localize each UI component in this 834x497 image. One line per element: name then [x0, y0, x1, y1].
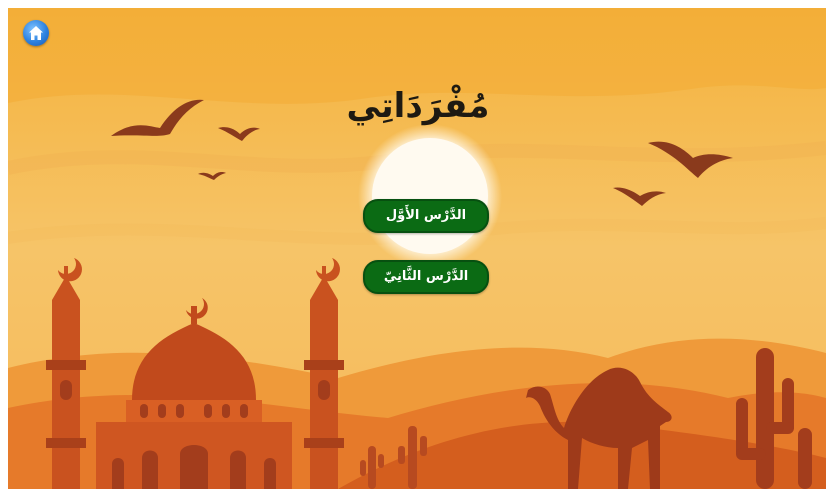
- lesson-2-button[interactable]: الدَّرْس الثَّانِيّ: [363, 260, 489, 294]
- page-title: مُفْرَدَاتِي: [346, 86, 490, 126]
- app-screen: مُفْرَدَاتِي الدَّرْس الأَوَّل الدَّرْس …: [8, 8, 826, 489]
- home-icon: [29, 26, 43, 40]
- lesson-1-button[interactable]: الدَّرْس الأَوَّل: [363, 199, 489, 233]
- desert-mosque-background: [8, 8, 826, 489]
- home-button[interactable]: [23, 20, 49, 46]
